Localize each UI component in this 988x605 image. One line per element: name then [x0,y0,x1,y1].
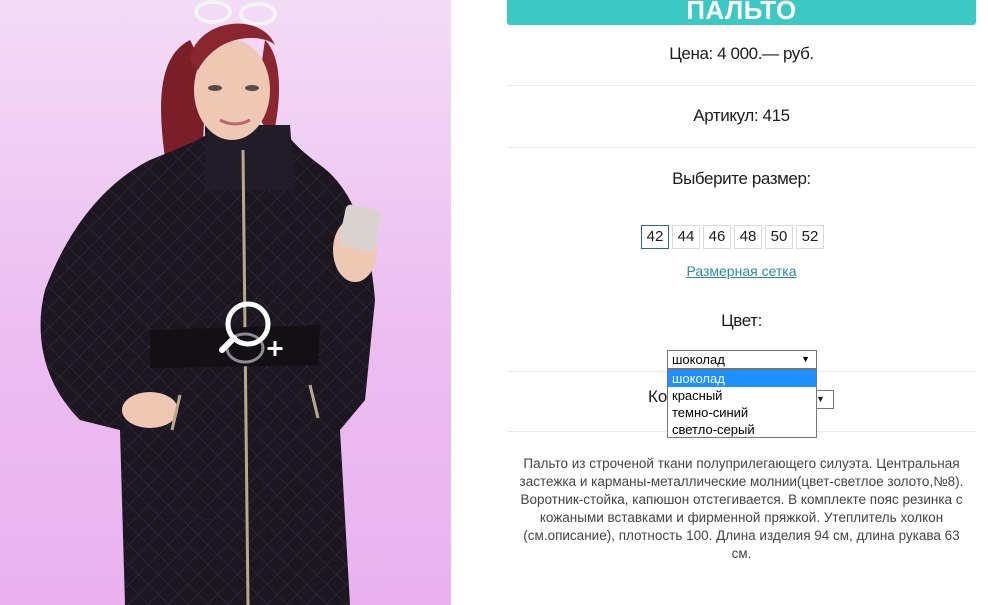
article-label: Артикул: 415 [693,106,790,125]
color-option-light-gray[interactable]: светло-серый [668,421,816,438]
product-photo[interactable] [0,0,451,605]
product-title: ПАЛЬТО [507,0,976,25]
size-option-48[interactable]: 48 [734,225,762,249]
color-select-value: шоколад [672,352,725,367]
size-option-50[interactable]: 50 [765,225,793,249]
color-option-chocolate[interactable]: шоколад [668,370,816,387]
choose-size-label: Выберите размер: [672,169,811,188]
size-option-42[interactable]: 42 [641,225,669,249]
color-option-dark-blue[interactable]: темно-синий [668,404,816,421]
color-dropdown-list: шоколад красный темно-синий светло-серый [667,369,817,438]
zoom-in-magnifier-icon[interactable] [217,296,287,360]
color-select[interactable]: шоколад ▼ [667,350,817,369]
product-details-panel: ПАЛЬТО Цена: 4 000.— руб. Артикул: 415 В… [507,0,976,605]
size-selector: 42 44 46 48 50 52 [641,225,824,249]
color-option-red[interactable]: красный [668,387,816,404]
size-option-46[interactable]: 46 [703,225,731,249]
size-option-52[interactable]: 52 [796,225,824,249]
triangle-down-icon: ▼ [816,394,825,404]
color-label: Цвет: [721,311,762,330]
size-option-44[interactable]: 44 [672,225,700,249]
size-chart-link[interactable]: Размерная сетка [507,263,976,279]
price-label: Цена: 4 000.— руб. [669,44,814,63]
quantity-label: Ко [648,387,668,406]
product-description: Пальто из строченой ткани полуприлегающе… [519,456,964,561]
triangle-down-icon: ▼ [801,354,810,364]
divider [507,147,976,148]
divider [507,85,976,86]
